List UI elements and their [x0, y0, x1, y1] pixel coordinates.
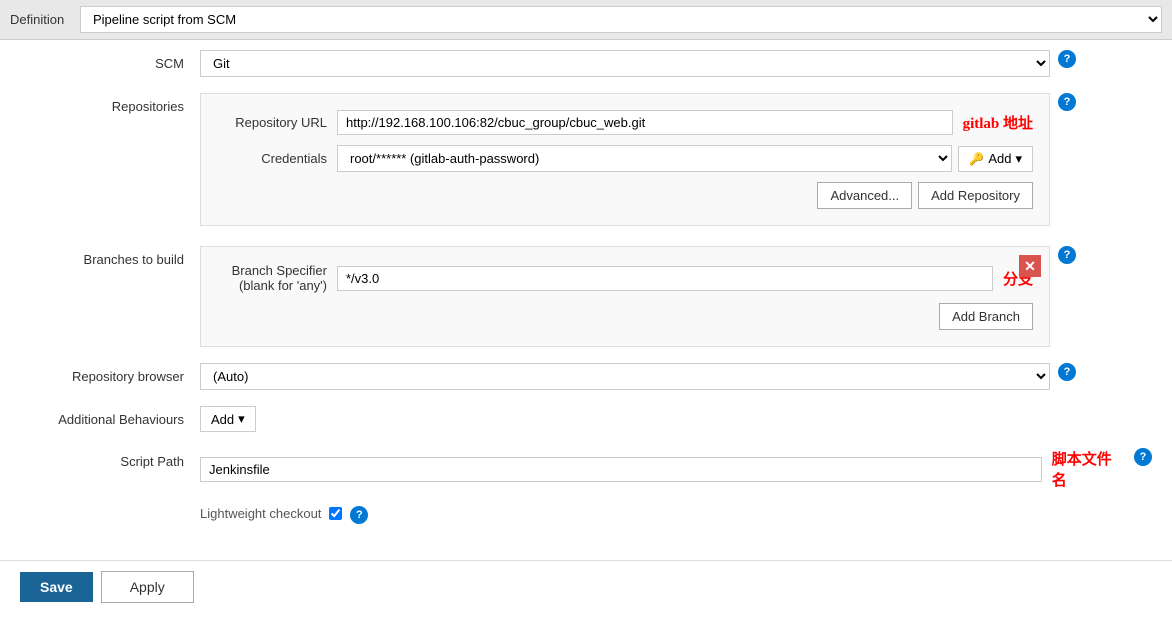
- lightweight-content: Lightweight checkout ?: [200, 506, 368, 524]
- script-path-content: 脚本文件名 ?: [200, 448, 1152, 490]
- definition-select[interactable]: Pipeline script from SCM Pipeline script: [80, 6, 1162, 33]
- repositories-section: Repositories Repository URL gitlab 地址 Cr…: [20, 93, 1152, 230]
- lightweight-label: Lightweight checkout: [200, 506, 321, 521]
- scm-help-icon[interactable]: ?: [1058, 50, 1076, 68]
- scm-section: SCM None Git ?: [20, 50, 1152, 77]
- save-button[interactable]: Save: [20, 572, 93, 602]
- repo-url-input[interactable]: [337, 110, 953, 135]
- repo-url-annotation: gitlab 地址: [963, 112, 1033, 133]
- repo-browser-select[interactable]: (Auto): [200, 363, 1050, 390]
- repositories-box: Repository URL gitlab 地址 Credentials roo…: [200, 93, 1050, 226]
- key-icon: 🔑: [969, 152, 984, 166]
- add-branch-button[interactable]: Add Branch: [939, 303, 1033, 330]
- additional-behaviours-content: Add ▾: [200, 406, 1152, 432]
- branches-help-icon[interactable]: ?: [1058, 246, 1076, 264]
- repo-browser-label: Repository browser: [20, 363, 200, 384]
- credentials-select[interactable]: root/****** (gitlab-auth-password): [337, 145, 952, 172]
- scm-select[interactable]: None Git: [200, 50, 1050, 77]
- branches-section: Branches to build ✕ Branch Specifier (bl…: [20, 246, 1152, 347]
- definition-label: Definition: [10, 12, 80, 27]
- script-path-help-icon[interactable]: ?: [1134, 448, 1152, 466]
- branch-specifier-input[interactable]: [337, 266, 993, 291]
- add-branch-row: Add Branch: [217, 303, 1033, 330]
- apply-button[interactable]: Apply: [101, 571, 194, 603]
- dropdown-arrow-icon2: ▾: [238, 411, 245, 427]
- repositories-content: Repository URL gitlab 地址 Credentials roo…: [200, 93, 1076, 230]
- repositories-help-icon[interactable]: ?: [1058, 93, 1076, 111]
- add-repository-button[interactable]: Add Repository: [918, 182, 1033, 209]
- repo-browser-section: Repository browser (Auto) ?: [20, 363, 1152, 390]
- branches-content: ✕ Branch Specifier (blank for 'any') 分支 …: [200, 246, 1076, 347]
- credentials-group: root/****** (gitlab-auth-password) 🔑 Add…: [337, 145, 1033, 172]
- credentials-label: Credentials: [217, 151, 337, 166]
- add-behaviours-button[interactable]: Add ▾: [200, 406, 256, 432]
- credentials-add-button[interactable]: 🔑 Add ▾: [958, 146, 1033, 172]
- main-content: SCM None Git ? Repositories Repository U…: [0, 40, 1172, 560]
- repo-browser-content: (Auto) ?: [200, 363, 1076, 390]
- lightweight-row: Lightweight checkout: [200, 506, 342, 521]
- advanced-button[interactable]: Advanced...: [817, 182, 912, 209]
- additional-behaviours-section: Additional Behaviours Add ▾: [20, 406, 1152, 432]
- dropdown-arrow-icon: ▾: [1015, 151, 1022, 167]
- scm-label: SCM: [20, 50, 200, 71]
- branch-specifier-label: Branch Specifier (blank for 'any'): [217, 263, 337, 293]
- lightweight-help-icon[interactable]: ?: [350, 506, 368, 524]
- repo-url-label: Repository URL: [217, 115, 337, 130]
- repositories-label: Repositories: [20, 93, 200, 114]
- script-path-input[interactable]: [200, 457, 1042, 482]
- remove-branch-button[interactable]: ✕: [1019, 255, 1041, 277]
- lightweight-placeholder: [20, 506, 200, 512]
- branches-label: Branches to build: [20, 246, 200, 267]
- repo-buttons-row: Advanced... Add Repository: [217, 182, 1033, 209]
- lightweight-section: Lightweight checkout ?: [20, 506, 1152, 524]
- repo-browser-help-icon[interactable]: ?: [1058, 363, 1076, 381]
- footer-row: Save Apply: [0, 560, 1172, 613]
- definition-row: Definition Pipeline script from SCM Pipe…: [0, 0, 1172, 40]
- repo-url-row: Repository URL gitlab 地址: [217, 110, 1033, 135]
- page-container: Definition Pipeline script from SCM Pipe…: [0, 0, 1172, 622]
- script-path-annotation: 脚本文件名: [1052, 448, 1126, 490]
- scm-content: None Git ?: [200, 50, 1076, 77]
- additional-behaviours-label: Additional Behaviours: [20, 406, 200, 427]
- script-path-label: Script Path: [20, 448, 200, 469]
- script-path-section: Script Path 脚本文件名 ?: [20, 448, 1152, 490]
- branches-box: ✕ Branch Specifier (blank for 'any') 分支 …: [200, 246, 1050, 347]
- lightweight-checkbox[interactable]: [329, 507, 342, 520]
- credentials-row: Credentials root/****** (gitlab-auth-pas…: [217, 145, 1033, 172]
- branch-specifier-row: Branch Specifier (blank for 'any') 分支: [217, 263, 1033, 293]
